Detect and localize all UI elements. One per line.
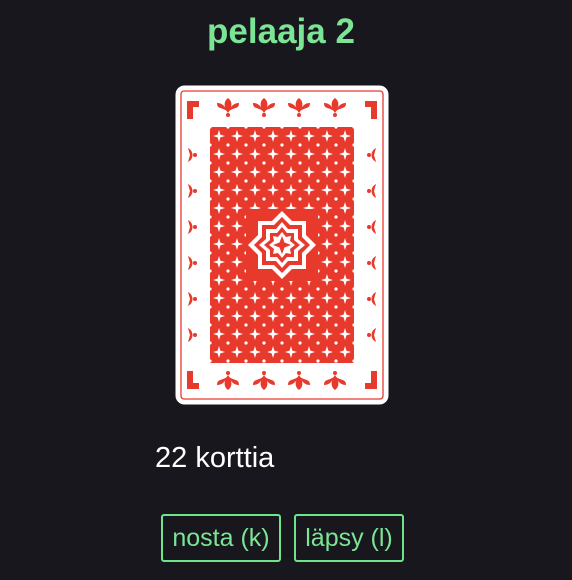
card-count: 22 korttia bbox=[155, 442, 275, 474]
draw-button[interactable]: nosta (k) bbox=[161, 514, 281, 562]
game-screen: pelaaja 2 22 korttia nosta (k) läpsy (l) bbox=[0, 0, 572, 580]
card-back bbox=[175, 85, 389, 405]
slap-button[interactable]: läpsy (l) bbox=[294, 514, 404, 562]
player-title: pelaaja 2 bbox=[207, 12, 355, 51]
card-back-pattern bbox=[175, 85, 389, 405]
